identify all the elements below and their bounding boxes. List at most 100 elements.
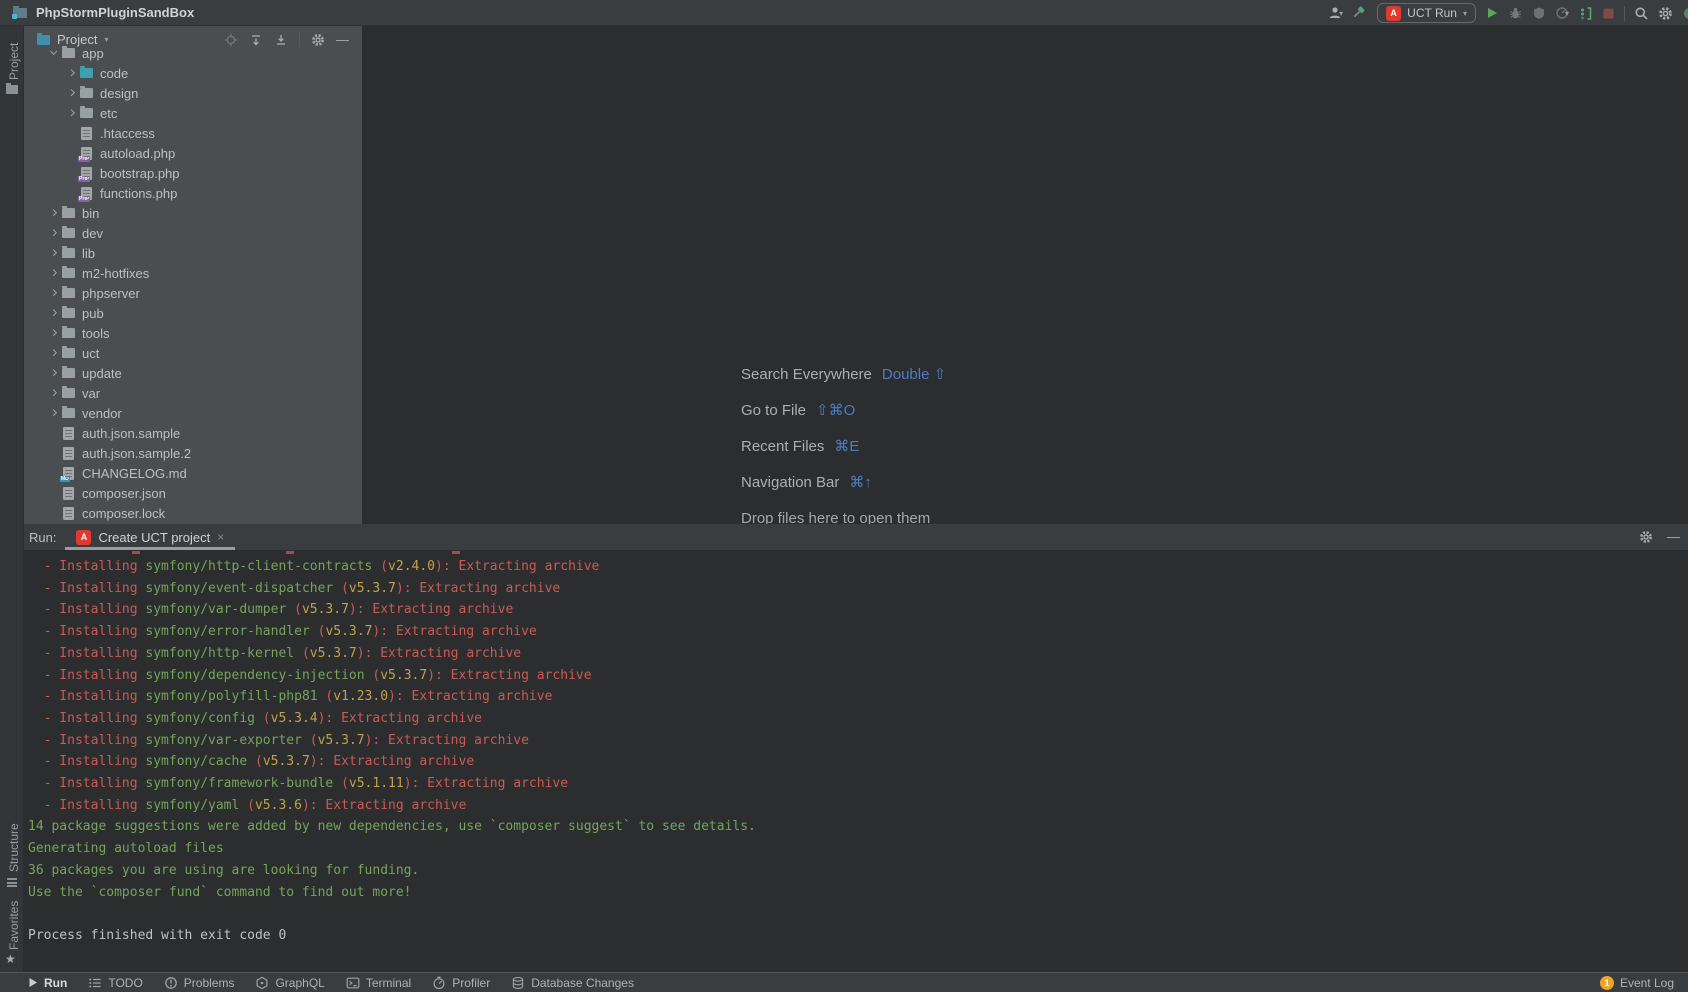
tree-item-label: dev — [82, 226, 103, 241]
tree-item-label: m2-hotfixes — [82, 266, 149, 281]
chevron-right-icon[interactable] — [47, 290, 61, 295]
coverage-button[interactable] — [1532, 6, 1546, 20]
run-tab-create-uct-project[interactable]: A Create UCT project × — [65, 524, 235, 550]
database-icon — [511, 976, 525, 990]
chevron-right-icon[interactable] — [47, 250, 61, 255]
tree-item-vendor[interactable]: vendor — [24, 403, 362, 423]
statusbar-tab-run[interactable]: Run — [28, 976, 67, 990]
tree-item-functions-php[interactable]: PHPfunctions.php — [24, 183, 362, 203]
locate-file-icon[interactable] — [224, 33, 238, 47]
folder-icon — [62, 408, 75, 418]
hide-panel-icon[interactable]: — — [336, 35, 349, 45]
main-toolbar: ▾ A UCT Run ▾ ▾ — [1323, 0, 1688, 26]
tree-item-dev[interactable]: dev — [24, 223, 362, 243]
console-line: - Installing symfony/var-dumper (v5.3.7)… — [28, 599, 1688, 621]
tree-item-lib[interactable]: lib — [24, 243, 362, 263]
project-tool-icon[interactable] — [6, 85, 18, 94]
tool-button-project[interactable]: Project — [7, 43, 21, 80]
event-log-button[interactable]: 1Event Log — [1600, 976, 1674, 990]
profiler-button[interactable]: ▾ — [1555, 6, 1569, 20]
statusbar-tab-problems[interactable]: Problems — [164, 976, 235, 990]
user-account-icon[interactable]: ▾ — [1327, 5, 1343, 21]
php-file-icon: PHP — [81, 167, 92, 180]
chevron-right-icon[interactable] — [47, 390, 61, 395]
chevron-right-icon[interactable] — [47, 350, 61, 355]
hide-run-panel-icon[interactable]: — — [1667, 532, 1680, 542]
close-icon[interactable]: × — [217, 530, 224, 544]
run-button[interactable] — [1485, 6, 1499, 20]
tree-item-var[interactable]: var — [24, 383, 362, 403]
tree-item-update[interactable]: update — [24, 363, 362, 383]
update-application-icon[interactable] — [1578, 6, 1593, 21]
tool-button-structure[interactable]: Structure — [7, 823, 21, 872]
tree-item-design[interactable]: design — [24, 83, 362, 103]
status-bar: Run TODO Problems GraphQL Terminal Profiler Da… — [0, 972, 1688, 992]
tree-item-phpserver[interactable]: phpserver — [24, 283, 362, 303]
console-line: - Installing symfony/polyfill-php81 (v1.… — [28, 686, 1688, 708]
shortcut-action-label: Search Everywhere — [741, 366, 872, 383]
tree-item-label: CHANGELOG.md — [82, 466, 187, 481]
tree-item-label: .htaccess — [100, 126, 155, 141]
tool-button-favorites[interactable]: Favorites — [7, 901, 21, 950]
chevron-right-icon[interactable] — [65, 90, 79, 95]
shortcut-action-label: Go to File — [741, 402, 806, 419]
tree-item-code[interactable]: code — [24, 63, 362, 83]
search-everywhere-icon[interactable] — [1634, 6, 1649, 21]
statusbar-tab-graphql[interactable]: GraphQL — [255, 976, 324, 990]
console-line: Generating autoload files — [28, 838, 1688, 860]
tree-item-autoload-php[interactable]: PHPautoload.php — [24, 143, 362, 163]
tree-item-etc[interactable]: etc — [24, 103, 362, 123]
tree-item-label: var — [82, 386, 100, 401]
structure-tool-icon[interactable] — [7, 878, 17, 887]
tree-item-tools[interactable]: tools — [24, 323, 362, 343]
chevron-right-icon[interactable] — [47, 370, 61, 375]
tree-item-composer-json[interactable]: ♪composer.json — [24, 483, 362, 503]
tree-item-bootstrap-php[interactable]: PHPbootstrap.php — [24, 163, 362, 183]
stop-button[interactable] — [1602, 7, 1615, 20]
chevron-right-icon[interactable] — [47, 210, 61, 215]
statusbar-tab-profiler[interactable]: Profiler — [432, 976, 490, 990]
tree-item--htaccess[interactable]: .htaccess — [24, 123, 362, 143]
debug-button[interactable] — [1508, 6, 1523, 20]
chevron-right-icon[interactable] — [47, 230, 61, 235]
favorites-star-icon[interactable]: ★ — [5, 953, 16, 965]
chevron-down-icon[interactable]: ▾ — [104, 35, 108, 44]
run-panel-settings-gear-icon[interactable] — [1639, 530, 1653, 544]
tree-item-uct[interactable]: uct — [24, 343, 362, 363]
tree-item-m2-hotfixes[interactable]: m2-hotfixes — [24, 263, 362, 283]
panel-settings-gear-icon[interactable] — [311, 33, 325, 47]
php-file-icon: PHP — [81, 147, 92, 160]
folder-icon — [80, 108, 93, 118]
tree-item-auth-json-sample[interactable]: auth.json.sample — [24, 423, 362, 443]
tree-item-composer-lock[interactable]: ♪composer.lock — [24, 503, 362, 523]
window-title: PhpStormPluginSandBox — [36, 5, 194, 20]
collapse-all-icon[interactable] — [274, 33, 288, 47]
tree-item-changelog-md[interactable]: MDCHANGELOG.md — [24, 463, 362, 483]
tree-item-pub[interactable]: pub — [24, 303, 362, 323]
tree-item-auth-json-sample-2[interactable]: auth.json.sample.2 — [24, 443, 362, 463]
statusbar-tab-database-changes[interactable]: Database Changes — [511, 976, 634, 990]
statusbar-tab-todo[interactable]: TODO — [88, 976, 142, 990]
chevron-right-icon[interactable] — [47, 330, 61, 335]
chevron-right-icon[interactable] — [65, 70, 79, 75]
statusbar-tab-terminal[interactable]: Terminal — [346, 976, 411, 990]
project-tool-window: Project ▾ — appcodedesignetc.htaccessP — [24, 26, 363, 524]
build-hammer-icon[interactable] — [1352, 5, 1368, 21]
console-line: - Installing symfony/cache (v5.3.7): Ext… — [28, 751, 1688, 773]
chevron-right-icon[interactable] — [47, 310, 61, 315]
chevron-right-icon[interactable] — [47, 410, 61, 415]
folder-icon — [62, 48, 75, 58]
run-configuration-selector[interactable]: A UCT Run ▾ — [1377, 3, 1476, 23]
settings-gear-icon[interactable] — [1658, 6, 1673, 21]
chevron-right-icon[interactable] — [47, 270, 61, 275]
terminal-icon — [346, 976, 360, 990]
project-view-selector[interactable]: Project — [57, 32, 97, 47]
expand-all-icon[interactable] — [249, 33, 263, 47]
tree-item-label: phpserver — [82, 286, 140, 301]
chevron-right-icon[interactable] — [65, 110, 79, 115]
tree-item-bin[interactable]: bin — [24, 203, 362, 223]
folder-icon — [62, 268, 75, 278]
console-line: - Installing symfony/config (v5.3.4): Ex… — [28, 708, 1688, 730]
run-tab-title: Create UCT project — [98, 530, 210, 545]
clipped-toolbar-icon[interactable] — [1682, 6, 1688, 21]
